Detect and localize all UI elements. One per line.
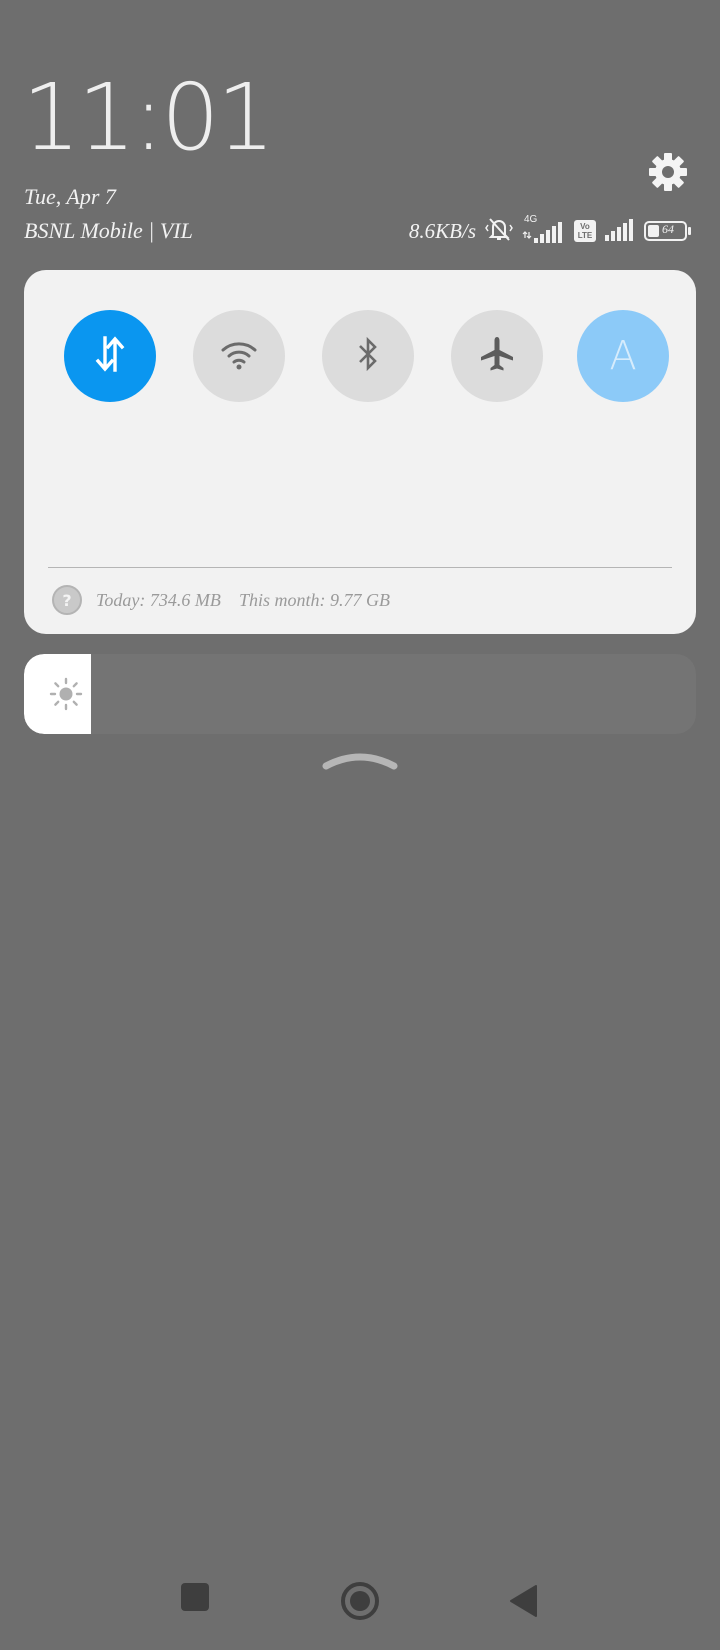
toggle-bluetooth[interactable] <box>322 310 414 402</box>
signal-bars-icon <box>604 217 636 245</box>
volte-badge: Vo LTE <box>574 220 596 242</box>
toggle-airplane-mode[interactable] <box>451 310 543 402</box>
gear-icon[interactable] <box>646 150 690 194</box>
usage-today[interactable]: Today: 734.6 MB <box>96 590 221 611</box>
help-icon[interactable]: ? <box>52 585 82 615</box>
date-label[interactable]: Tue, Apr 7 <box>24 184 116 210</box>
volte-line1: Vo <box>580 222 590 231</box>
toggle-auto-brightness[interactable]: A <box>577 310 669 402</box>
wifi-icon <box>219 338 259 374</box>
recents-square-icon[interactable] <box>180 1582 210 1616</box>
signal-4g-icon: 4G <box>522 214 566 244</box>
back-triangle-icon[interactable] <box>508 1584 538 1622</box>
battery-icon: 64 <box>644 220 692 242</box>
data-arrows-icon <box>93 334 127 378</box>
quick-settings-panel: A ? Today: 734.6 MB This month: 9.77 GB <box>24 270 696 634</box>
bluetooth-icon <box>353 335 383 377</box>
volte-line2: LTE <box>577 231 593 240</box>
airplane-icon <box>478 335 516 377</box>
collapse-handle-icon[interactable] <box>322 744 398 774</box>
muted-bell-icon <box>484 215 514 247</box>
toggle-mobile-data[interactable] <box>64 310 156 402</box>
home-circle-icon[interactable] <box>340 1581 380 1625</box>
status-icons: 8.6KB/s 4G Vo LTE 64 <box>408 214 692 247</box>
brightness-slider[interactable] <box>24 654 696 734</box>
usage-this-month[interactable]: This month: 9.77 GB <box>239 590 390 611</box>
auto-brightness-label: A <box>609 333 637 379</box>
divider <box>48 567 672 568</box>
sun-icon <box>48 676 84 712</box>
carrier-label: BSNL Mobile | VIL <box>24 218 193 243</box>
toggle-wifi[interactable] <box>193 310 285 402</box>
network-speed: 8.6KB/s <box>408 218 476 243</box>
help-glyph: ? <box>62 590 72 610</box>
battery-level: 64 <box>662 222 674 236</box>
clock[interactable]: 11:01 <box>22 72 275 164</box>
